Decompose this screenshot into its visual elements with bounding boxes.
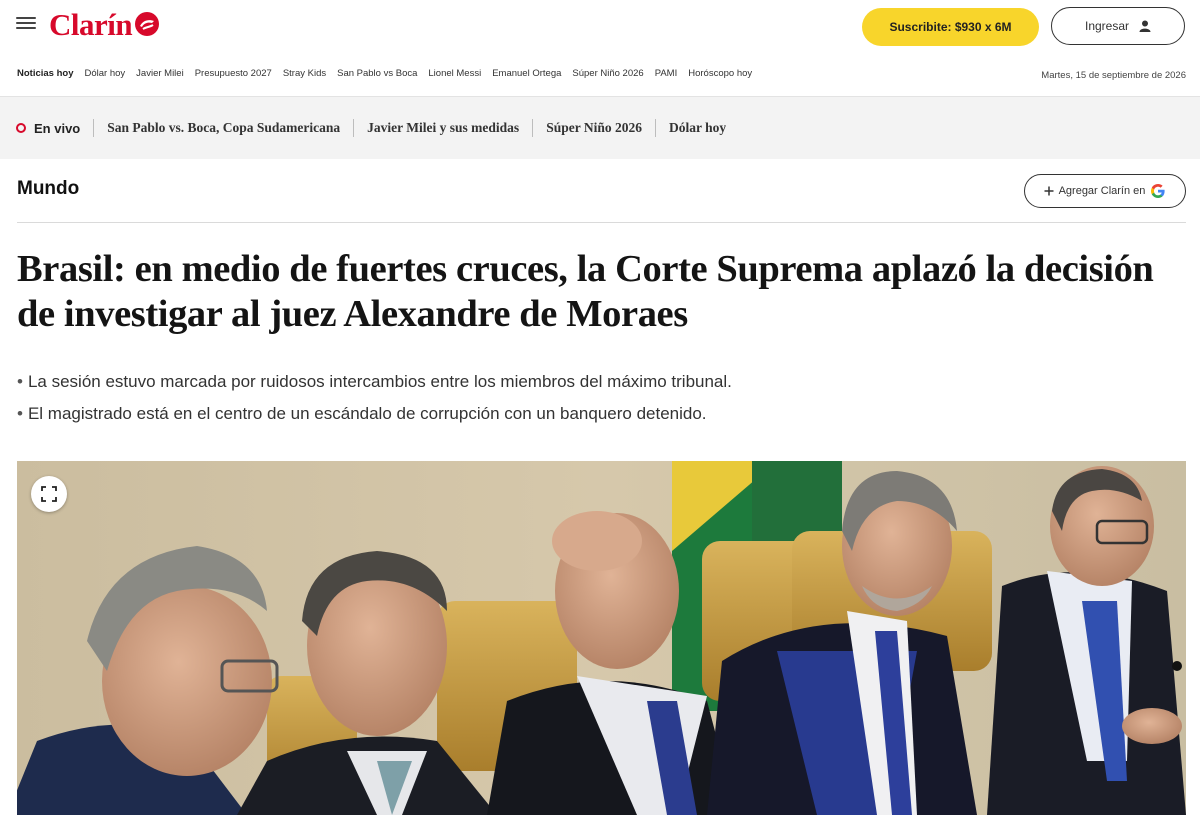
article-headline: Brasil: en medio de fuertes cruces, la C…: [17, 248, 1154, 335]
current-date: Martes, 15 de septiembre de 2026: [1041, 70, 1186, 81]
separator: [654, 119, 656, 137]
expand-image-button[interactable]: [31, 476, 67, 512]
photo-illustration: [17, 461, 1186, 815]
article-main-photo[interactable]: [17, 461, 1186, 815]
separator: [532, 119, 534, 137]
trending-link[interactable]: Presupuesto 2027: [195, 68, 272, 84]
trending-link[interactable]: Horóscopo hoy: [688, 68, 752, 84]
article-summary: La sesión estuvo marcada por ruidosos in…: [17, 366, 732, 430]
trending-link[interactable]: Súper Niño 2026: [572, 68, 643, 84]
live-now-link[interactable]: En vivo: [0, 97, 80, 159]
add-to-google-label: Agregar Clarín en: [1058, 185, 1146, 197]
trending-link[interactable]: Lionel Messi: [428, 68, 481, 84]
trending-link[interactable]: Emanuel Ortega: [492, 68, 561, 84]
login-label: Ingresar: [1084, 19, 1130, 33]
hamburger-menu-icon[interactable]: [16, 14, 36, 34]
live-topics-bar: En vivo San Pablo vs. Boca, Copa Sudamer…: [0, 97, 1200, 159]
summary-bullet: La sesión estuvo marcada por ruidosos in…: [17, 366, 732, 398]
subscribe-button[interactable]: Suscribite: $930 x 6M: [862, 8, 1039, 46]
trending-link[interactable]: Noticias hoy: [17, 68, 74, 84]
clarin-logo[interactable]: Clarín: [49, 7, 160, 43]
section-label[interactable]: Mundo: [17, 178, 79, 200]
live-topic-link[interactable]: San Pablo vs. Boca, Copa Sudamericana: [107, 120, 340, 136]
google-icon: [1151, 184, 1166, 198]
section-divider: [17, 222, 1186, 223]
expand-icon: [41, 486, 57, 502]
login-button[interactable]: Ingresar: [1051, 7, 1185, 45]
live-topic-link[interactable]: Dólar hoy: [669, 120, 726, 136]
logo-text: Clarín: [49, 7, 133, 42]
live-topic-link[interactable]: Súper Niño 2026: [546, 120, 642, 136]
trending-link[interactable]: PAMI: [655, 68, 678, 84]
trending-topics: Noticias hoy Dólar hoy Javier Milei Pres…: [17, 68, 752, 84]
trending-link[interactable]: Stray Kids: [283, 68, 326, 84]
plus-icon: [1044, 186, 1054, 196]
add-to-google-button[interactable]: Agregar Clarín en: [1024, 174, 1186, 208]
live-dot-icon: [16, 123, 26, 133]
summary-bullet: El magistrado está en el centro de un es…: [17, 398, 732, 430]
site-header: Clarín Suscribite: $930 x 6M Ingresar: [0, 0, 1200, 56]
live-topic-link[interactable]: Javier Milei y sus medidas: [367, 120, 519, 136]
user-icon: [1139, 20, 1151, 32]
separator: [93, 119, 95, 137]
live-label: En vivo: [34, 120, 81, 136]
trending-link[interactable]: Javier Milei: [136, 68, 184, 84]
clarin-logo-mark: [135, 12, 160, 36]
trending-link[interactable]: Dólar hoy: [85, 68, 126, 84]
separator: [353, 119, 355, 137]
trending-link[interactable]: San Pablo vs Boca: [337, 68, 417, 84]
